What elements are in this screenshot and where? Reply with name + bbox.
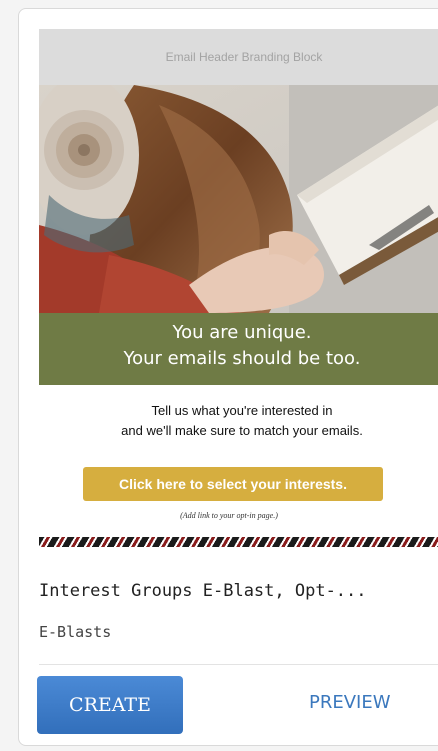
opt-in-note: (Add link to your opt-in page.) <box>39 511 438 520</box>
opt-in-note-text: (Add link to your opt-in page.) <box>180 511 278 520</box>
email-header-text: Email Header Branding Block <box>165 50 323 64</box>
create-button[interactable]: CREATE <box>37 676 183 734</box>
headline-banner: You are unique. Your emails should be to… <box>39 313 438 385</box>
preview-link[interactable]: PREVIEW <box>309 692 391 713</box>
decorative-stripe-divider <box>39 537 438 547</box>
hero-image <box>39 85 438 313</box>
email-header-block: Email Header Branding Block <box>39 29 438 85</box>
headline-line-2: Your emails should be too. <box>123 348 361 369</box>
email-body-copy: Tell us what you're interested in and we… <box>39 401 438 441</box>
template-category: E-Blasts <box>39 623 112 641</box>
email-preview-thumbnail[interactable]: Email Header Branding Block You are uniq… <box>39 29 438 559</box>
template-card: Email Header Branding Block You are uniq… <box>18 8 438 746</box>
headline-line-1: You are unique. <box>172 322 312 343</box>
body-line-2: and we'll make sure to match your emails… <box>121 423 363 438</box>
woman-reading-book-image <box>39 85 438 313</box>
interests-cta-button: Click here to select your interests. <box>83 467 383 501</box>
template-title: Interest Groups E-Blast, Opt-... <box>39 581 367 601</box>
body-line-1: Tell us what you're interested in <box>151 403 333 418</box>
card-divider <box>39 664 438 665</box>
